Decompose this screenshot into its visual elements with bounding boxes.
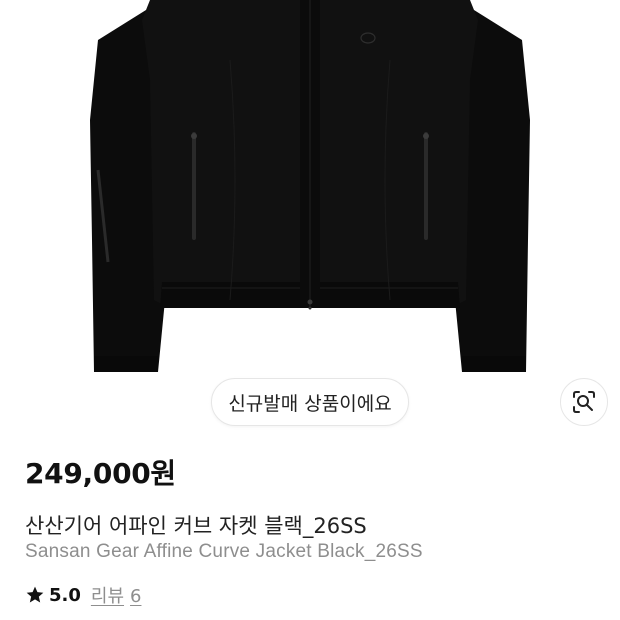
rating-value: 5.0 — [49, 584, 81, 606]
rating-row: 5.0 리뷰 6 — [25, 583, 147, 607]
image-search-button[interactable] — [560, 378, 608, 426]
new-release-badge: 신규발매 상품이에요 — [211, 378, 409, 426]
product-name-english: Sansan Gear Affine Curve Jacket Black_26… — [25, 541, 423, 562]
product-name-korean: 산산기어 어파인 커브 자켓 블랙_26SS — [25, 514, 367, 538]
review-link[interactable]: 리뷰 6 — [91, 582, 148, 608]
image-search-icon — [573, 391, 595, 413]
review-label: 리뷰 — [90, 586, 125, 607]
product-image[interactable] — [0, 0, 620, 385]
star-icon — [26, 586, 44, 603]
jacket-illustration — [90, 0, 530, 372]
review-count: 6 — [130, 586, 142, 607]
product-price: 249,000원 — [25, 457, 176, 490]
